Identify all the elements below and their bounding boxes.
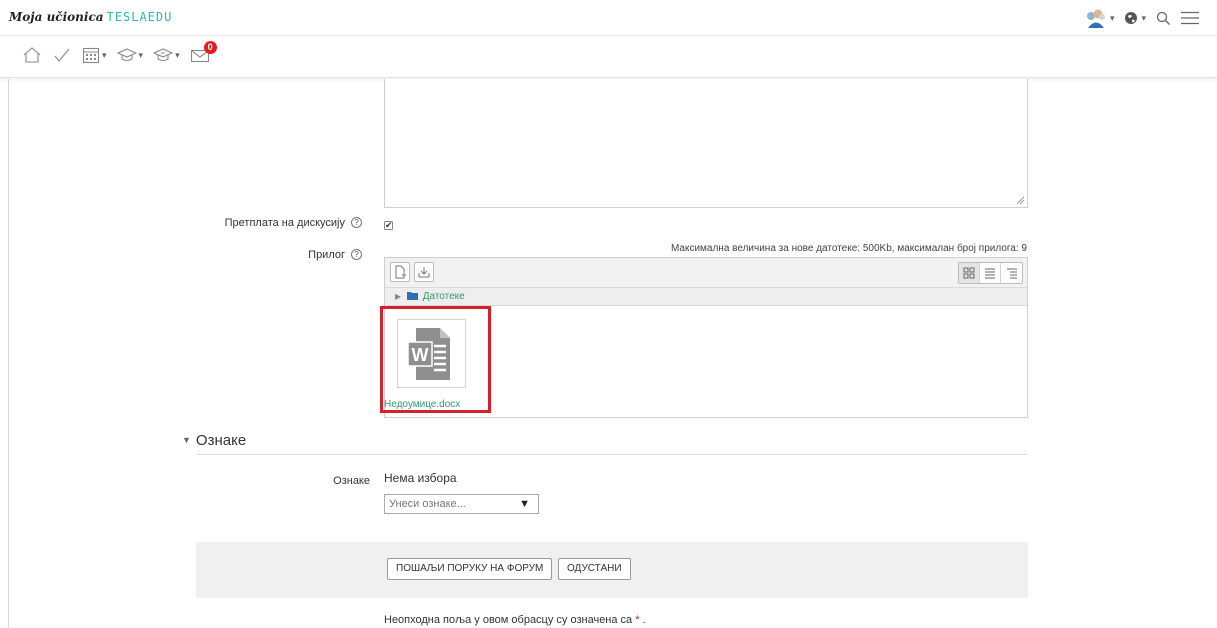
chevron-down-icon: ▾: [102, 49, 107, 60]
logo-teslaedu: TESLAEDU: [106, 10, 173, 24]
chevron-down-icon: ▾: [175, 49, 180, 60]
logo-script: Moja učionica: [9, 10, 104, 24]
user-tools: ▾ ▾: [1085, 8, 1199, 28]
tree-view-button[interactable]: [1001, 263, 1022, 283]
calendar-menu[interactable]: ▾: [82, 46, 107, 64]
download-all-button[interactable]: [414, 262, 434, 282]
site-logo[interactable]: Moja učionica TESLAEDU: [9, 9, 172, 24]
add-file-icon: [395, 265, 406, 279]
subscribe-checkbox[interactable]: ✔: [384, 221, 393, 230]
required-note-text: Неопходна поља у овом обрасцу су означен…: [384, 614, 633, 626]
chevron-right-icon: ▶: [395, 292, 402, 301]
cancel-button[interactable]: ОДУСТАНИ: [558, 558, 631, 580]
max-size-note: Максимална величина за нове датотеке: 50…: [670, 243, 1027, 254]
attachment-label: Прилог: [308, 249, 345, 261]
file-highlight-box: [380, 306, 491, 413]
graduation-cap-outline-icon: [153, 48, 174, 62]
language-menu[interactable]: ▾: [1124, 11, 1146, 25]
chevron-down-icon: ▼: [182, 435, 191, 445]
download-icon: [418, 267, 430, 278]
folder-icon: [406, 292, 418, 300]
chevron-down-icon: ▾: [1141, 12, 1146, 23]
add-file-button[interactable]: [390, 262, 410, 282]
tree-view-icon: [1006, 268, 1017, 279]
graduation-cap-icon: [116, 48, 137, 62]
menu-icon[interactable]: [1181, 11, 1199, 25]
file-path-breadcrumb: ▶ Датотеке: [385, 288, 1027, 306]
no-selection-text: Нема избора: [384, 471, 457, 485]
check-icon[interactable]: [52, 46, 72, 64]
files-folder-link[interactable]: Датотеке: [423, 291, 465, 302]
required-note-end: .: [642, 614, 646, 626]
home-icon[interactable]: [22, 46, 42, 64]
teaching-menu[interactable]: ▾: [153, 47, 180, 63]
required-star: *: [635, 614, 640, 626]
attachment-label-row: Прилог?: [200, 249, 362, 261]
help-icon[interactable]: ?: [351, 249, 362, 260]
tags-field-label: Ознаке: [333, 475, 370, 487]
form-actions: ПОШАЉИ ПОРУКУ НА ФОРУМ ОДУСТАНИ: [196, 542, 1028, 598]
subscribe-label: Претплата на дискусију: [224, 217, 345, 229]
globe-icon: [1125, 12, 1138, 24]
grid-view-icon: [963, 267, 975, 279]
page-left-border: [8, 79, 9, 628]
tags-section-header[interactable]: ▼ Ознаке: [182, 432, 246, 449]
list-view-button[interactable]: [980, 263, 1001, 283]
section-divider: [196, 454, 1028, 455]
file-manager-toolbar: [385, 258, 1027, 288]
tags-input-placeholder: Унеси ознаке...: [389, 498, 466, 510]
view-switcher: [958, 262, 1023, 284]
user-avatar: [1086, 9, 1105, 28]
calendar-icon: [82, 47, 100, 64]
required-fields-note: Неопходна поља у овом обрасцу су означен…: [384, 614, 646, 626]
icons-view-button[interactable]: [959, 263, 980, 283]
tags-input[interactable]: Унеси ознаке... ▼: [384, 494, 539, 514]
courses-menu[interactable]: ▾: [116, 47, 144, 63]
submit-post-button[interactable]: ПОШАЉИ ПОРУКУ НА ФОРУМ: [387, 558, 553, 580]
help-icon[interactable]: ?: [351, 217, 362, 228]
quick-nav-icons: ▾ ▾ ▾ 0: [22, 41, 217, 64]
resize-grip-icon[interactable]: [1015, 195, 1025, 205]
quick-nav-bar: ▾ ▾ ▾ 0: [0, 36, 1217, 78]
message-textarea[interactable]: [384, 79, 1028, 208]
user-menu[interactable]: ▾: [1085, 8, 1115, 28]
message-count-badge: 0: [203, 41, 217, 54]
list-view-icon: [985, 268, 995, 279]
search-icon[interactable]: [1156, 11, 1171, 26]
subscribe-label-row: Претплата на дискусију?: [200, 217, 362, 229]
tags-section-title: Ознаке: [195, 432, 247, 449]
chevron-down-icon: ▾: [138, 49, 144, 60]
top-bar: Moja učionica TESLAEDU ▾ ▾: [0, 0, 1217, 36]
messages-button[interactable]: 0: [190, 41, 217, 63]
chevron-down-icon: ▾: [1109, 12, 1115, 23]
dropdown-arrow-icon[interactable]: ▼: [519, 495, 530, 513]
